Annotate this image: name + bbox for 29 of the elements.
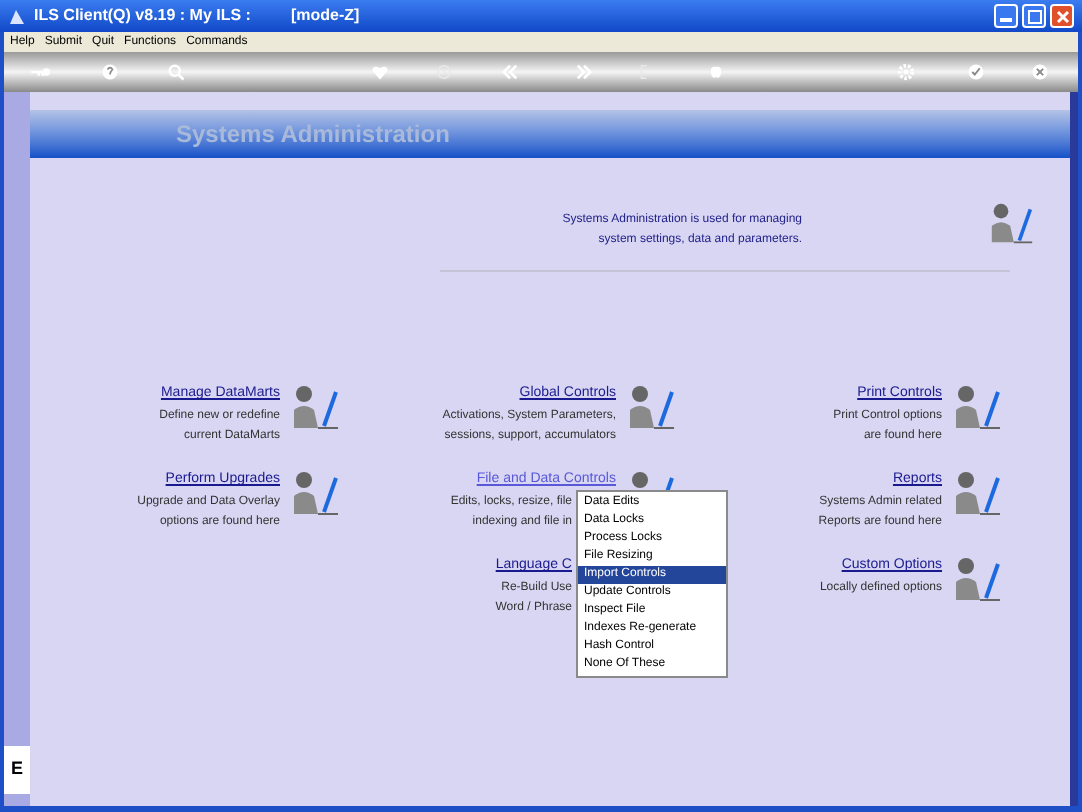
heart-icon[interactable]: [370, 62, 390, 82]
search-icon[interactable]: [166, 62, 186, 82]
window-mode: [mode-Z]: [290, 4, 360, 28]
window-title: ILS Client(Q) v8.19 : My ILS :: [34, 4, 251, 28]
person-writing-icon: [954, 556, 1002, 604]
maximize-icon: [1027, 9, 1041, 23]
key-icon[interactable]: [30, 62, 50, 82]
close-button[interactable]: [1050, 4, 1074, 28]
person-writing-icon: [990, 202, 1034, 246]
person-writing-icon: [954, 470, 1002, 518]
person-writing-icon: [954, 384, 1002, 432]
person-writing-icon: [628, 384, 676, 432]
minimize-button[interactable]: [994, 4, 1018, 28]
minimize-icon: [1000, 18, 1012, 22]
person-writing-icon: [292, 470, 340, 518]
check-icon[interactable]: [966, 62, 986, 82]
app-icon: [8, 7, 26, 25]
apple-icon[interactable]: [706, 62, 726, 82]
page-title: Systems Administration: [176, 118, 450, 152]
gear-icon[interactable]: [896, 62, 916, 82]
maximize-button[interactable]: [1022, 4, 1046, 28]
clock-icon[interactable]: [434, 62, 454, 82]
close-icon[interactable]: [1030, 62, 1050, 82]
double-chevron-left-icon[interactable]: [500, 62, 520, 82]
help-icon[interactable]: [100, 62, 120, 82]
person-writing-icon: [292, 384, 340, 432]
close-icon: [1055, 9, 1069, 23]
double-chevron-right-icon[interactable]: [574, 62, 594, 82]
side-panel-letter: E: [10, 756, 23, 783]
